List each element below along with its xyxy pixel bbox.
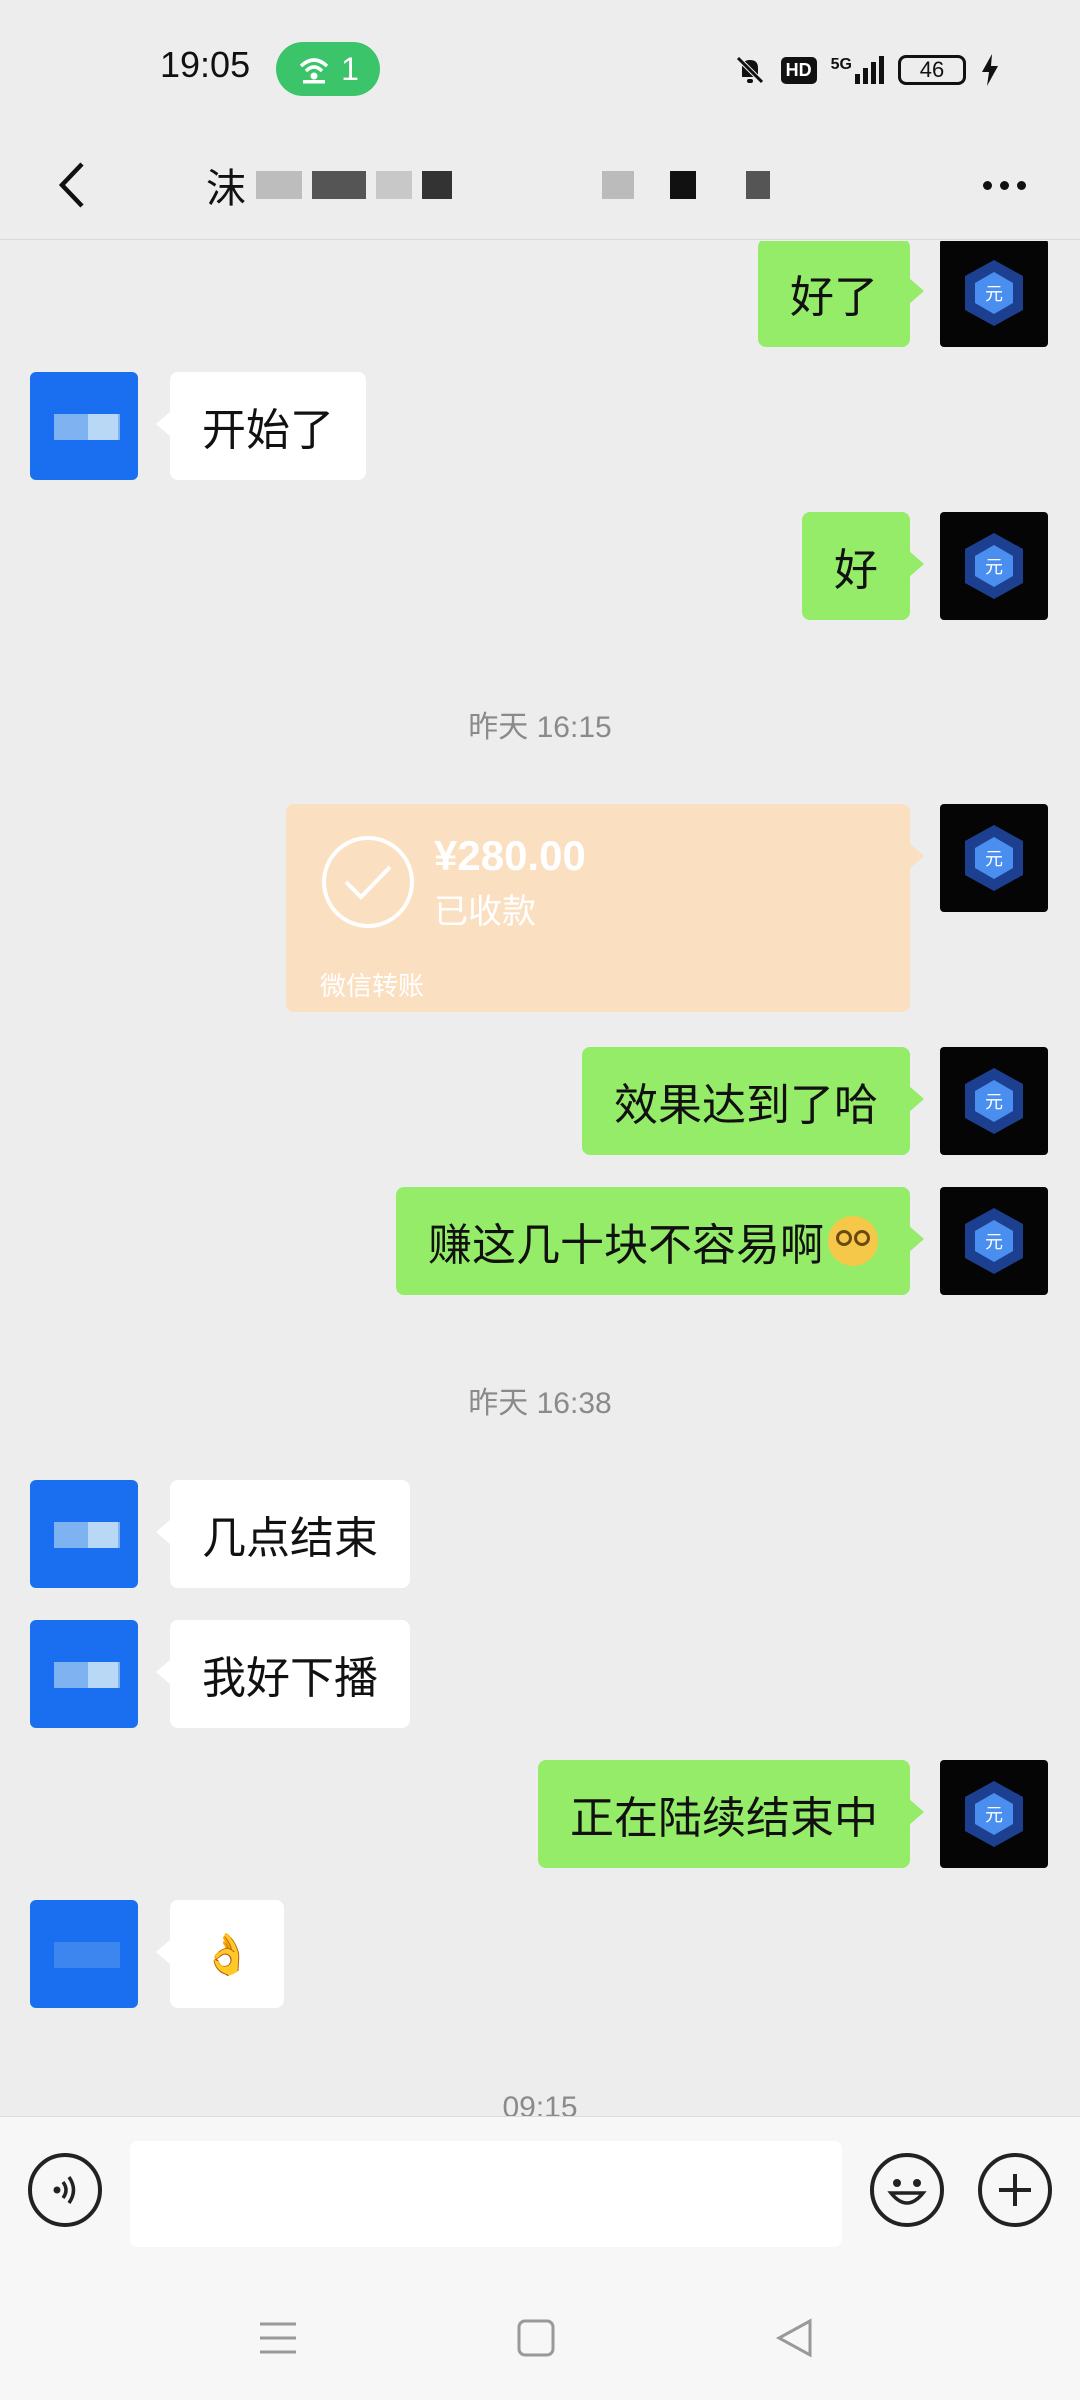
status-bar: 19:05 1 HD 5G 46	[0, 0, 1080, 130]
message-bubble-self[interactable]: 好	[802, 512, 924, 620]
status-time: 19:05	[160, 44, 251, 85]
message-bubble-self[interactable]: 赚这几十块不容易啊	[396, 1187, 924, 1295]
avatar-self[interactable]: 元	[940, 1187, 1048, 1295]
hotspot-icon	[299, 58, 329, 84]
logo-icon: 元	[965, 1781, 1023, 1847]
system-back-button[interactable]	[766, 2310, 822, 2366]
more-options-button[interactable]	[964, 150, 1044, 220]
message-list[interactable]: 好了 元 开始了 好 元 昨天 16:15 ¥280.00 已收款 微信转账 元…	[0, 241, 1080, 2116]
input-bar	[0, 2116, 1080, 2276]
logo-icon: 元	[965, 260, 1023, 326]
timestamp: 昨天 16:38	[468, 1387, 612, 1420]
message-bubble-other[interactable]: 我好下播	[156, 1620, 410, 1728]
title-redaction	[746, 171, 770, 199]
smiley-icon	[887, 2179, 927, 2205]
dizzy-face-emoji-icon	[828, 1216, 878, 1266]
avatar-self[interactable]: 元	[940, 1047, 1048, 1155]
message-bubble-self[interactable]: 正在陆续结束中	[538, 1760, 924, 1868]
message-bubble-self[interactable]: 效果达到了哈	[582, 1047, 924, 1155]
avatar-contact[interactable]	[30, 372, 138, 480]
home-button[interactable]	[508, 2310, 564, 2366]
message-text: 赚这几十块不容易啊	[428, 1220, 824, 1271]
mute-icon	[735, 56, 764, 84]
logo-glyph: 元	[985, 1805, 1003, 1826]
title-redaction	[670, 171, 696, 199]
battery-indicator: 46	[898, 55, 966, 85]
title-redaction	[422, 171, 452, 199]
avatar-self[interactable]: 元	[940, 241, 1048, 347]
timestamp: 09:15	[502, 2091, 578, 2116]
transfer-card[interactable]: ¥280.00 已收款 微信转账	[286, 804, 924, 1012]
system-navigation-bar	[0, 2276, 1080, 2400]
logo-glyph: 元	[985, 849, 1003, 870]
charging-icon	[982, 54, 998, 86]
avatar-contact[interactable]	[30, 1480, 138, 1588]
title-redaction	[602, 171, 634, 199]
network-label: 5G	[830, 56, 852, 73]
avatar-contact[interactable]	[30, 1900, 138, 2008]
logo-glyph: 元	[985, 1232, 1003, 1253]
hd-badge: HD	[780, 56, 817, 84]
menu-icon	[260, 2322, 296, 2354]
logo-icon: 元	[965, 1208, 1023, 1274]
status-icons: HD 5G 46	[733, 48, 1000, 92]
title-redaction	[256, 171, 302, 199]
menu-button[interactable]	[250, 2310, 306, 2366]
avatar-self[interactable]: 元	[940, 1760, 1048, 1868]
chat-title-text: 沫	[206, 166, 246, 212]
transfer-source: 微信转账	[320, 972, 425, 1002]
message-bubble-other[interactable]: 👌	[156, 1900, 284, 2008]
chat-title[interactable]: 沫	[206, 150, 846, 220]
logo-glyph: 元	[985, 557, 1003, 578]
timestamp: 昨天 16:15	[468, 711, 612, 744]
voice-input-button[interactable]	[28, 2153, 102, 2227]
logo-icon: 元	[965, 533, 1023, 599]
logo-glyph: 元	[985, 284, 1003, 305]
dot-icon	[1016, 180, 1026, 190]
message-bubble-self[interactable]: 好了	[758, 241, 924, 347]
triangle-back-icon	[775, 2318, 812, 2358]
message-bubble-other[interactable]: 几点结束	[156, 1480, 410, 1588]
dot-icon	[982, 180, 992, 190]
dot-icon	[999, 180, 1009, 190]
message-input[interactable]	[130, 2141, 842, 2247]
message-bubble-other[interactable]: 开始了	[156, 372, 366, 480]
check-icon	[322, 836, 414, 928]
logo-icon: 元	[965, 825, 1023, 891]
title-redaction	[376, 171, 412, 199]
voice-icon	[53, 2176, 76, 2204]
signal-icon: 5G	[831, 56, 884, 84]
logo-glyph: 元	[985, 1092, 1003, 1113]
avatar-self[interactable]: 元	[940, 512, 1048, 620]
back-button[interactable]	[36, 150, 106, 220]
chat-header: 沫	[0, 130, 1080, 240]
title-redaction	[312, 171, 366, 199]
square-icon	[517, 2319, 555, 2357]
more-functions-button[interactable]	[978, 2153, 1052, 2227]
avatar-contact[interactable]	[30, 1620, 138, 1728]
chevron-left-icon	[58, 162, 84, 208]
transfer-status: 已收款	[434, 892, 536, 932]
avatar-self[interactable]: 元	[940, 804, 1048, 912]
hotspot-count: 1	[341, 50, 359, 87]
logo-icon: 元	[965, 1068, 1023, 1134]
hotspot-indicator[interactable]: 1	[276, 42, 380, 96]
transfer-amount: ¥280.00	[434, 832, 586, 879]
emoji-button[interactable]	[870, 2153, 944, 2227]
plus-icon	[999, 2174, 1031, 2206]
